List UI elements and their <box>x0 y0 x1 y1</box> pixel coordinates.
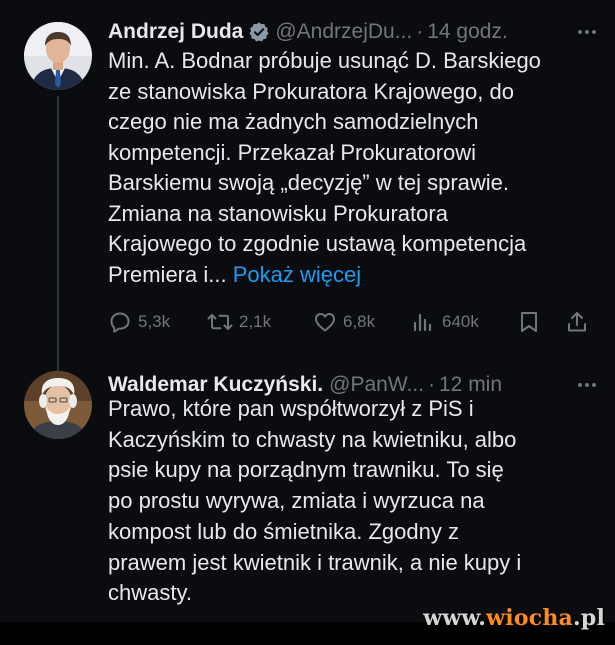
avatar[interactable] <box>24 22 92 90</box>
tweet-text-line: prawem jest kwietnik i trawnik, a nie ku… <box>108 549 522 575</box>
tweet-text-line: Prawo, które pan współtworzył z PiS i <box>108 396 474 421</box>
tweet[interactable]: Waldemar Kuczyński. @PanW... · 12 min Pr… <box>0 357 615 622</box>
tweet-text-line: po prostu wyrywa, zmiata i wyrzuca na <box>108 488 485 514</box>
author-handle[interactable]: @AndrzejDu... <box>275 17 412 47</box>
watermark-prefix: www. <box>423 605 487 631</box>
tweet-text-line: Barskiemu swoją „decyzję” w tej sprawie. <box>108 170 510 195</box>
views-count: 640k <box>442 312 479 331</box>
show-more-link[interactable]: Pokaż więcej <box>233 262 361 287</box>
tweet-actions: 5,3k 2,1k 6,8k 640k <box>108 307 588 337</box>
views-icon <box>413 313 432 332</box>
tweet-text-truncated: Premiera i... <box>108 261 227 287</box>
watermark: www.wiocha.pl <box>423 605 605 631</box>
share-icon <box>568 312 586 332</box>
screen: Andrzej Duda @AndrzejDu... · 14 godz. Mi… <box>0 0 615 622</box>
retweet-count: 2,1k <box>239 312 272 331</box>
tweet-text: Prawo, które pan współtworzył z PiS i Ka… <box>108 394 597 609</box>
watermark-brand: wiocha <box>486 605 573 631</box>
avatar-waldemar-kuczynski <box>24 371 92 439</box>
tweet-text-line: Min. A. Bodnar próbuje usunąć D. Barskie… <box>108 48 541 73</box>
views-button[interactable]: 640k <box>412 307 479 337</box>
more-dots-icon <box>578 383 596 387</box>
tweet-text-line-last: Premiera i... Pokaż więcej <box>108 260 597 291</box>
tweet-text-line: psie kupy na porządnym trawniku. To się <box>108 457 504 483</box>
tweet-text-line: Krajowego to zgodnie ustawą kompetencja <box>108 231 527 256</box>
share-button[interactable] <box>566 307 588 337</box>
like-button[interactable]: 6,8k <box>313 307 375 337</box>
tweet-text-line: ze stanowiska Prokuratora Krajowego, do <box>108 78 514 104</box>
like-count: 6,8k <box>343 312 376 331</box>
retweet-icon <box>207 314 233 330</box>
avatar-andrzej-duda <box>24 22 92 90</box>
retweet-button[interactable]: 2,1k <box>207 307 271 337</box>
thread-line <box>57 96 59 372</box>
bookmark-button[interactable] <box>518 307 540 337</box>
reply-icon <box>110 312 130 333</box>
verified-badge-icon <box>249 22 269 42</box>
tweet-text-line: kompost lub do śmietnika. Zgodny z <box>108 518 459 544</box>
tweet-text: Min. A. Bodnar próbuje usunąć D. Barskie… <box>108 46 597 290</box>
tweet[interactable]: Andrzej Duda @AndrzejDu... · 14 godz. Mi… <box>0 0 615 372</box>
reply-count: 5,3k <box>138 312 171 331</box>
watermark-dot: . <box>573 605 581 631</box>
watermark-suffix: pl <box>580 605 605 631</box>
tweet-text-line: czego nie ma żadnych samodzielnych <box>108 109 479 134</box>
tweet-text-line: Zmiana na stanowisku Prokuratora <box>108 200 448 226</box>
heart-icon <box>315 313 335 332</box>
tweet-text-line: kompetencji. Przekazał Prokuratorowi <box>108 139 477 165</box>
avatar[interactable] <box>24 371 92 439</box>
tweet-header: Andrzej Duda @AndrzejDu... · 14 godz. <box>108 17 597 47</box>
more-options-icon[interactable] <box>577 17 597 47</box>
bookmark-icon <box>521 312 537 332</box>
separator-dot: · <box>416 20 424 43</box>
reply-button[interactable]: 5,3k <box>108 307 170 337</box>
timestamp[interactable]: 14 godz. <box>427 17 508 47</box>
more-dots-icon <box>578 30 596 34</box>
author-name[interactable]: Andrzej Duda <box>108 17 243 47</box>
tweet-text-line: Kaczyńskim to chwasty na kwietniku, albo <box>108 426 517 452</box>
